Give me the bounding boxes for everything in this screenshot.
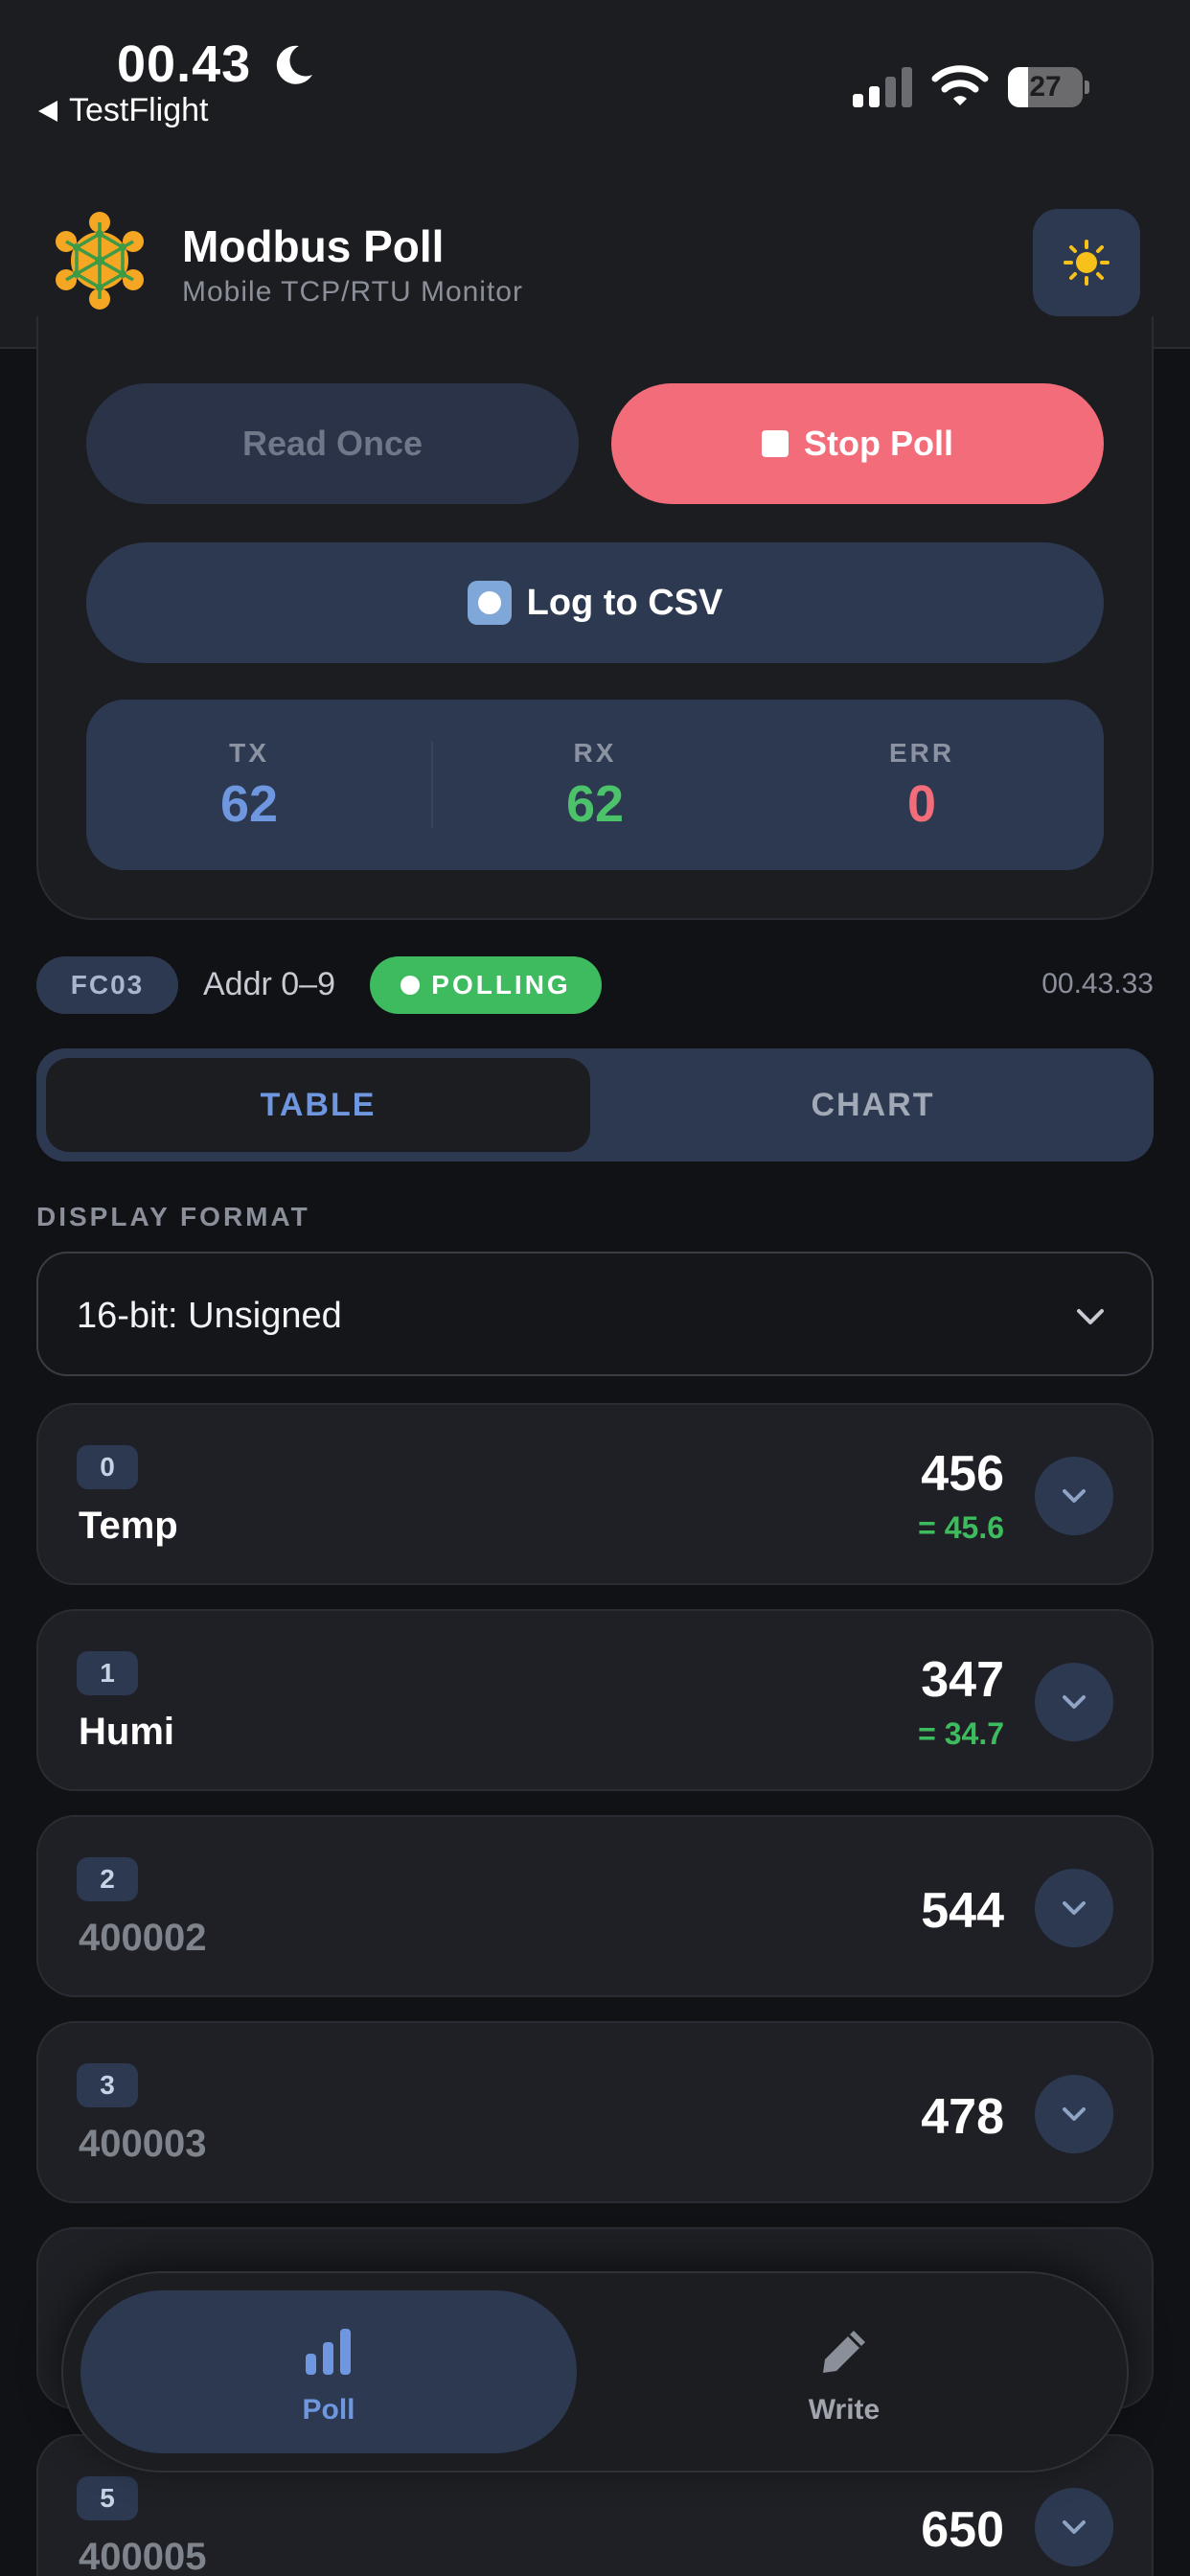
app-logo-icon xyxy=(56,212,144,310)
nav-write-label: Write xyxy=(808,2394,881,2426)
err-value: 0 xyxy=(906,775,937,833)
err-label: ERR xyxy=(888,738,955,768)
back-arrow-icon xyxy=(38,100,57,122)
chevron-down-icon xyxy=(1063,2107,1086,2121)
register-row[interactable]: 2 400002 544 xyxy=(36,1815,1154,1997)
err-stat: ERR 0 xyxy=(759,700,1085,870)
pencil-icon xyxy=(823,2331,865,2373)
register-name: 400005 xyxy=(79,2536,207,2576)
battery-level: 27 xyxy=(1029,71,1062,103)
rx-value: 62 xyxy=(565,775,625,833)
nav-write-tab[interactable]: Write xyxy=(596,2290,1092,2453)
polling-status-label: POLLING xyxy=(431,970,571,1000)
register-index: 2 xyxy=(77,1857,138,1901)
register-value: 650 xyxy=(921,2502,1004,2558)
battery-indicator: 27 xyxy=(1008,67,1089,107)
register-name: Temp xyxy=(79,1505,178,1547)
record-icon xyxy=(467,581,512,625)
bottom-navigation: Poll Write xyxy=(61,2271,1129,2472)
tx-value: 62 xyxy=(219,775,279,833)
register-scaled-value: = 45.6 xyxy=(918,1510,1004,1545)
register-value: 456 xyxy=(921,1446,1004,1502)
traffic-stats-panel: TX 62 RX 62 ERR 0 xyxy=(86,700,1104,870)
expand-register-button[interactable] xyxy=(1035,2488,1113,2566)
register-index: 0 xyxy=(77,1445,138,1489)
chevron-down-icon xyxy=(1063,2520,1086,2534)
app-title: Modbus Poll xyxy=(182,221,445,271)
expand-register-button[interactable] xyxy=(1035,1457,1113,1535)
back-app-label: TestFlight xyxy=(69,92,209,128)
log-to-csv-button[interactable]: Log to CSV xyxy=(86,542,1104,663)
expand-register-button[interactable] xyxy=(1035,1663,1113,1741)
view-tabs: TABLE CHART xyxy=(36,1048,1154,1162)
last-poll-timestamp: 00.43.33 xyxy=(1041,968,1154,1000)
register-index: 1 xyxy=(77,1651,138,1695)
tab-table[interactable]: TABLE xyxy=(46,1058,590,1152)
register-scaled-value: = 34.7 xyxy=(918,1716,1004,1751)
read-once-button[interactable]: Read Once xyxy=(86,383,579,504)
register-name: 400002 xyxy=(79,1917,207,1959)
stop-poll-button[interactable]: Stop Poll xyxy=(611,383,1104,504)
stop-poll-label: Stop Poll xyxy=(804,424,953,463)
register-row[interactable]: 1 Humi 347 = 34.7 xyxy=(36,1609,1154,1791)
register-name: Humi xyxy=(79,1711,174,1753)
tx-label: TX xyxy=(229,738,269,768)
status-time: 00.43 xyxy=(117,35,252,93)
cellular-signal-icon xyxy=(853,67,912,107)
sun-icon xyxy=(1064,240,1110,286)
rx-stat: RX 62 xyxy=(432,700,758,870)
nav-poll-tab[interactable]: Poll xyxy=(80,2290,577,2453)
register-value: 347 xyxy=(921,1652,1004,1708)
back-to-app-link[interactable]: TestFlight xyxy=(38,92,209,129)
theme-toggle-button[interactable] xyxy=(1033,209,1140,316)
chevron-down-icon xyxy=(1063,1489,1086,1503)
moon-icon xyxy=(276,45,312,84)
status-dot-icon xyxy=(400,976,421,995)
chevron-down-icon xyxy=(1063,1695,1086,1709)
register-value: 544 xyxy=(921,1883,1004,1939)
display-format-value: 16-bit: Unsigned xyxy=(77,1296,342,1336)
register-name: 400003 xyxy=(79,2123,207,2165)
expand-register-button[interactable] xyxy=(1035,1869,1113,1947)
battery-icon: 27 xyxy=(1008,67,1083,107)
nav-poll-label: Poll xyxy=(302,2394,355,2426)
register-value: 478 xyxy=(921,2089,1004,2145)
bar-chart-icon xyxy=(306,2329,351,2375)
tab-chart[interactable]: CHART xyxy=(602,1058,1144,1152)
display-format-label: DISPLAY FORMAT xyxy=(36,1202,310,1231)
log-to-csv-label: Log to CSV xyxy=(526,582,723,623)
chevron-down-icon xyxy=(1077,1309,1104,1324)
stop-icon xyxy=(762,430,789,457)
tx-stat: TX 62 xyxy=(86,700,412,870)
polling-status-badge: POLLING xyxy=(370,956,602,1014)
register-index: 3 xyxy=(77,2063,138,2107)
display-format-select[interactable]: 16-bit: Unsigned xyxy=(36,1252,1154,1376)
expand-register-button[interactable] xyxy=(1035,2075,1113,2153)
status-bar: 00.43 TestFlight 27 xyxy=(0,0,1190,172)
register-row[interactable]: 3 400003 478 xyxy=(36,2021,1154,2203)
function-code-badge: FC03 xyxy=(36,956,178,1014)
app-subtitle: Mobile TCP/RTU Monitor xyxy=(182,276,523,308)
rx-label: RX xyxy=(573,738,617,768)
wifi-icon xyxy=(931,65,989,105)
address-range: Addr 0–9 xyxy=(203,966,335,1002)
chevron-down-icon xyxy=(1063,1901,1086,1915)
register-row[interactable]: 0 Temp 456 = 45.6 xyxy=(36,1403,1154,1585)
register-index: 5 xyxy=(77,2476,138,2520)
